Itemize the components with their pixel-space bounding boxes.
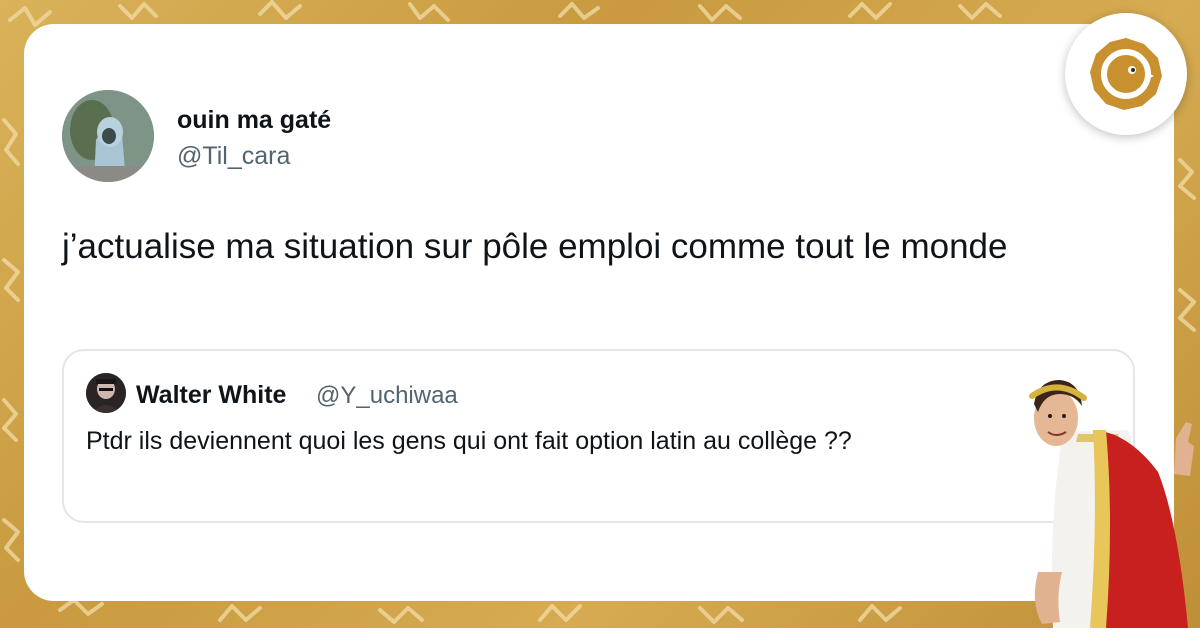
quoted-tweet-text: Ptdr ils deviennent quoi les gens qui on… [86,427,852,455]
quoted-tweet[interactable]: Walter White @Y_uchiwaa Ptdr ils devienn… [62,349,1135,523]
author-handle[interactable]: @Til_cara [177,142,290,171]
hooded-person-avatar-icon [62,90,154,182]
walter-white-avatar-icon [86,373,126,413]
tweet-card: ouin ma gaté @Til_cara j’actualise ma si… [24,24,1174,601]
quoted-author-display-name[interactable]: Walter White [136,381,286,410]
roman-emperor-thumbs-up-icon [1029,380,1194,628]
quoted-author-avatar[interactable] [86,373,126,413]
brand-badge [1065,13,1187,135]
quoted-author-handle[interactable]: @Y_uchiwaa [316,382,458,410]
author-avatar[interactable] [62,90,154,182]
roman-emperor-mascot [1008,372,1200,633]
golden-bird-logo-icon [1090,38,1162,110]
tweet-text: j’actualise ma situation sur pôle emploi… [62,227,1008,266]
author-display-name[interactable]: ouin ma gaté [177,106,331,135]
